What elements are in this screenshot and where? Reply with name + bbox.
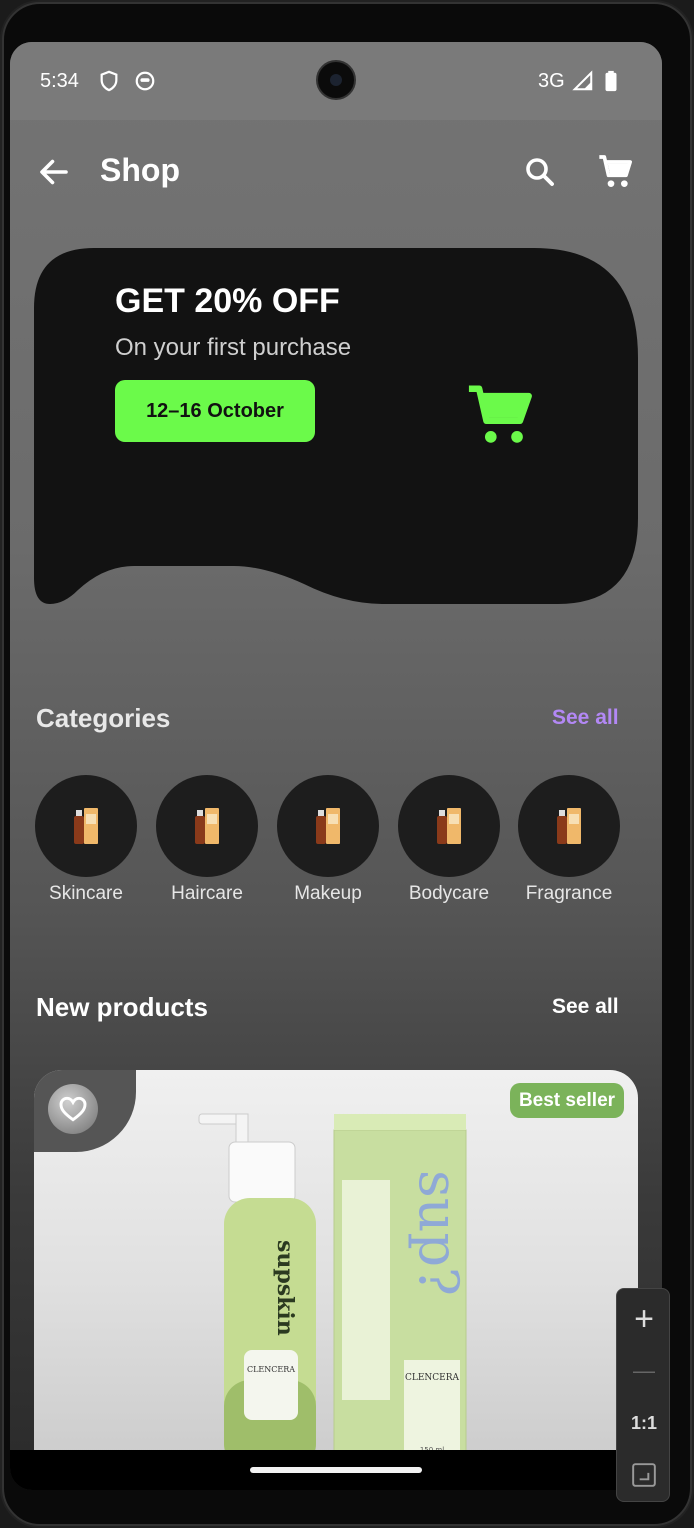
product-bottle-icon (437, 808, 461, 844)
gesture-nav-bar (10, 1450, 662, 1490)
network-type: 3G (538, 70, 565, 92)
category-item-fragrance[interactable]: Fragrance (518, 775, 620, 905)
product-bottle-icon (316, 808, 340, 844)
box-product-name: CLENCERA (405, 1373, 460, 1383)
category-image (35, 775, 137, 877)
favorite-button[interactable] (48, 1084, 98, 1134)
product-card[interactable]: supskin CLENCERA sup? CLENCERA 150 ml (34, 1070, 638, 1490)
phone-screen: 5:34 3G Shop GET 20% OFF On your first p… (10, 42, 662, 1490)
bottle-brand-text: supskin (272, 1240, 298, 1336)
zoom-out-button[interactable]: — (617, 1345, 671, 1397)
new-products-see-all-link[interactable]: See all (552, 995, 619, 1019)
status-bar: 5:34 3G (10, 42, 662, 120)
categories-see-all-link[interactable]: See all (552, 706, 619, 730)
box-brand-text: sup? (407, 1170, 470, 1296)
search-icon[interactable] (522, 154, 558, 190)
front-camera (316, 60, 356, 100)
category-image (277, 775, 379, 877)
category-item-bodycare[interactable]: Bodycare (398, 775, 500, 905)
category-item-skincare[interactable]: Skincare (35, 775, 137, 905)
promo-subtitle: On your first purchase (115, 334, 352, 361)
face-icon (135, 71, 155, 91)
fit-screen-button[interactable] (617, 1449, 671, 1501)
categories-title: Categories (36, 703, 171, 733)
best-seller-badge: Best seller (510, 1083, 624, 1118)
product-bottle-icon (74, 808, 98, 844)
battery-icon (605, 70, 617, 92)
product-bottle-icon (195, 808, 219, 844)
category-item-makeup[interactable]: Makeup (277, 775, 379, 905)
heart-icon (59, 1096, 87, 1122)
back-arrow-icon[interactable] (36, 154, 72, 190)
page-title: Shop (100, 152, 180, 188)
product-bottle-icon (557, 808, 581, 844)
app-bar: Shop (10, 120, 662, 220)
signal-icon (572, 70, 593, 91)
actual-size-button[interactable]: 1:1 (617, 1397, 671, 1449)
category-item-haircare[interactable]: Haircare (156, 775, 258, 905)
category-label: Fragrance (525, 883, 613, 904)
shield-icon (100, 70, 118, 92)
fit-screen-icon (632, 1463, 656, 1487)
new-products-title: New products (36, 992, 208, 1022)
device-frame: 5:34 3G Shop GET 20% OFF On your first p… (0, 0, 694, 1528)
promo-cart-icon (468, 385, 532, 443)
product-image: supskin CLENCERA sup? CLENCERA 150 ml (198, 1113, 470, 1471)
home-indicator[interactable] (250, 1467, 422, 1473)
category-image (518, 775, 620, 877)
bottle-product-name: CLENCERA (247, 1365, 295, 1374)
promo-title: GET 20% OFF (115, 282, 340, 320)
emulator-zoom-panel: + — 1:1 (616, 1288, 670, 1502)
cart-icon[interactable] (596, 152, 636, 192)
zoom-in-button[interactable]: + (617, 1293, 671, 1345)
category-image (156, 775, 258, 877)
category-image (398, 775, 500, 877)
status-time: 5:34 (40, 70, 79, 92)
promo-date-button[interactable]: 12–16 October (115, 380, 315, 442)
